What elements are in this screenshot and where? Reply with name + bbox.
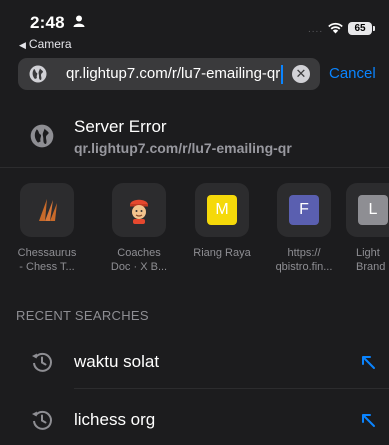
suggestion-title: Server Error (74, 117, 167, 136)
back-app-label: Camera (28, 37, 72, 51)
suggestion-url: qr.lightup7.com/r/lu7-emailing-qr (74, 140, 292, 156)
text-caret (281, 64, 284, 84)
history-icon (32, 410, 52, 430)
favorite-label-line2: Brand (356, 261, 386, 273)
back-to-app-button[interactable]: ◀ Camera (19, 37, 72, 51)
fill-search-arrow-icon[interactable] (360, 412, 376, 428)
wifi-icon (328, 22, 343, 34)
history-icon (32, 352, 52, 372)
url-input-text: qr.lightup7.com/r/lu7-emailing-qr (66, 65, 281, 82)
back-triangle-icon: ◀ (19, 40, 26, 50)
favorite-tile: M (195, 183, 249, 237)
favorite-light-brand[interactable]: L Light Brand (346, 183, 389, 274)
url-input[interactable]: qr.lightup7.com/r/lu7-emailing-qr (66, 58, 306, 90)
favorite-tile: L (346, 183, 389, 237)
cellular-signal-icon: .... (308, 24, 324, 35)
letter-tile-icon: F (289, 195, 319, 225)
cancel-button[interactable]: Cancel (329, 65, 376, 82)
favorite-label-line1: Chessaurus (17, 247, 77, 259)
favorite-label-line1: Coaches (117, 247, 161, 259)
battery-indicator: 65 (348, 22, 372, 35)
favorite-riang-raya[interactable]: M Riang Raya (182, 183, 262, 260)
favorite-label-line1: Riang Raya (193, 247, 251, 259)
favorite-tile (20, 183, 74, 237)
favorite-label-line1: Light (356, 247, 380, 259)
favorite-chessaurus[interactable]: Chessaurus - Chess T... (7, 183, 87, 274)
recent-search-item[interactable]: lichess org (0, 396, 389, 444)
favorite-qbistro[interactable]: F https:// qbistro.fin... (264, 183, 344, 274)
coach-avatar-icon (130, 199, 148, 224)
section-divider (0, 167, 389, 168)
favorite-label-line2: - Chess T... (19, 261, 75, 273)
globe-icon (29, 65, 47, 83)
favorite-label-line1: https:// (287, 247, 321, 259)
favorite-coaches[interactable]: Coaches Doc · X B... (99, 183, 179, 274)
clear-text-button[interactable]: ✕ (292, 65, 310, 83)
recent-searches-header: RECENT SEARCHES (16, 308, 149, 323)
address-bar[interactable]: qr.lightup7.com/r/lu7-emailing-qr ✕ (18, 58, 320, 90)
fill-search-arrow-icon[interactable] (360, 354, 376, 370)
favorite-label-line2: qbistro.fin... (275, 261, 333, 273)
status-bar: 2:48 ◀ Camera .... 65 (0, 0, 389, 52)
favorite-tile (112, 183, 166, 237)
favorite-label-line2: Doc · X B... (110, 261, 168, 273)
letter-tile-icon: M (207, 195, 237, 225)
status-time: 2:48 (30, 13, 65, 32)
top-suggestion[interactable]: Server Error qr.lightup7.com/r/lu7-email… (0, 110, 389, 162)
chessaurus-claw-icon (39, 199, 57, 221)
letter-tile-icon: L (358, 195, 388, 225)
recent-search-label: lichess org (74, 410, 156, 429)
person-icon (73, 15, 85, 27)
globe-icon (30, 124, 54, 148)
recent-search-item[interactable]: waktu solat (0, 338, 389, 386)
row-divider (74, 388, 389, 389)
recent-search-label: waktu solat (74, 352, 160, 371)
favorite-tile: F (277, 183, 331, 237)
battery-cap (373, 26, 375, 31)
